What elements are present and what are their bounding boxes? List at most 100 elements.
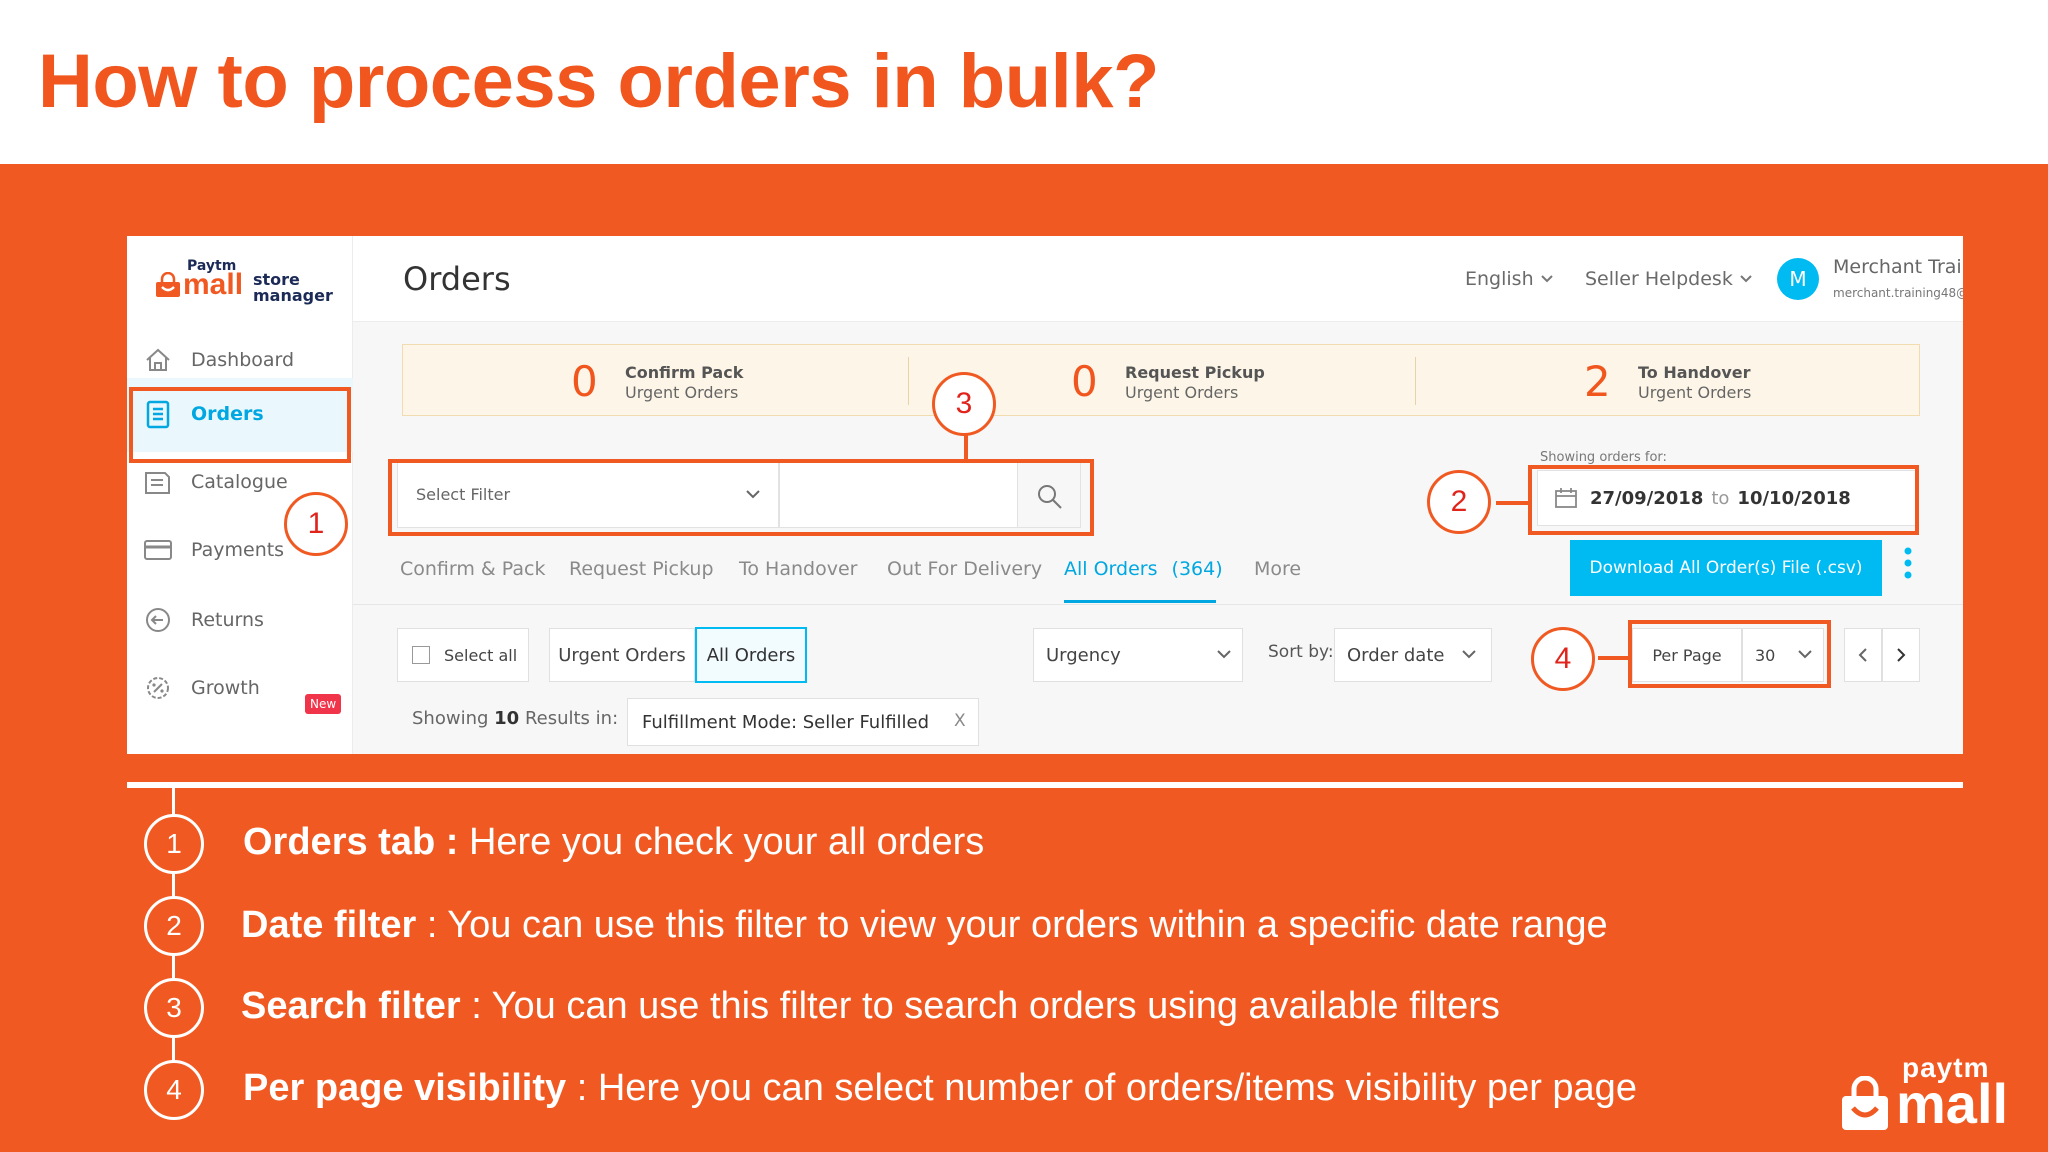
urgent-confirm-pack[interactable]: 0 Confirm Pack Urgent Orders xyxy=(403,345,903,417)
download-button[interactable]: Download All Order(s) File (.csv) xyxy=(1570,540,1882,596)
highlight-orders-tab xyxy=(129,387,351,463)
language-dropdown[interactable]: English xyxy=(1465,268,1554,290)
page-title: Orders xyxy=(403,260,511,298)
tab-to-handover[interactable]: To Handover xyxy=(739,558,857,580)
kebab-menu-icon[interactable] xyxy=(1903,546,1913,580)
helpdesk-label: Seller Helpdesk xyxy=(1585,268,1733,290)
urgent-count: 0 xyxy=(571,357,598,406)
urgent-label: Confirm Pack Urgent Orders xyxy=(625,363,743,403)
divider xyxy=(353,604,1963,605)
card-icon xyxy=(141,533,175,567)
urgency-select[interactable]: Urgency xyxy=(1033,628,1243,682)
tab-out-for-delivery[interactable]: Out For Delivery xyxy=(887,558,1042,580)
urgent-label: Request Pickup Urgent Orders xyxy=(1125,363,1265,403)
note-4: Per page visibility : Here you can selec… xyxy=(243,1067,1637,1110)
urgent-title: To Handover xyxy=(1638,363,1751,382)
highlight-search-filter xyxy=(388,459,1094,536)
results-count: 10 xyxy=(494,708,520,729)
urgent-orders-button[interactable]: Urgent Orders xyxy=(549,628,695,682)
note-desc: : Here you can select number of orders/i… xyxy=(566,1067,1637,1109)
note-number-4: 4 xyxy=(144,1060,204,1120)
user-email: merchant.training48@paytm.com xyxy=(1833,286,1963,300)
chevron-right-icon xyxy=(1897,648,1906,662)
urgent-title: Confirm Pack xyxy=(625,363,744,382)
sort-by-label: Sort by: xyxy=(1268,642,1334,662)
note-3: Search filter : You can use this filter … xyxy=(241,985,1500,1028)
home-icon xyxy=(141,343,175,377)
results-summary: Showing 10 Results in: xyxy=(412,708,618,729)
urgency-label: Urgency xyxy=(1046,644,1121,666)
note-number-1: 1 xyxy=(144,814,204,874)
tab-confirm-pack[interactable]: Confirm & Pack xyxy=(400,558,545,580)
top-bar: Orders English Seller Helpdesk M Merchan… xyxy=(353,236,1963,322)
chevron-down-icon xyxy=(1540,275,1553,283)
bag-icon xyxy=(156,272,180,297)
urgent-label: To Handover Urgent Orders xyxy=(1638,363,1751,403)
note-desc: Here you check your all orders xyxy=(458,821,985,863)
return-icon xyxy=(141,603,175,637)
slide-title: How to process orders in bulk? xyxy=(38,39,1159,124)
note-term: Search filter xyxy=(241,985,461,1027)
sort-by-select[interactable]: Order date xyxy=(1334,628,1492,682)
note-desc: : You can use this filter to view your o… xyxy=(416,904,1608,946)
urgent-subtitle: Urgent Orders xyxy=(1638,383,1752,402)
gear-percent-icon xyxy=(141,671,175,705)
highlight-per-page xyxy=(1628,620,1831,688)
sidebar-item-label: Growth xyxy=(191,677,260,699)
select-all-label: Select all xyxy=(444,645,518,665)
sidebar-item-label: Dashboard xyxy=(191,349,295,371)
tab-all-orders[interactable]: All Orders (364) xyxy=(1064,558,1223,580)
connector-line xyxy=(1496,501,1530,505)
paytm-mall-footer-logo: paytm mall xyxy=(1840,1052,2020,1136)
checkbox-box xyxy=(412,646,430,664)
tab-request-pickup[interactable]: Request Pickup xyxy=(569,558,714,580)
new-badge: New xyxy=(305,694,342,714)
urgent-to-handover[interactable]: 2 To Handover Urgent Orders xyxy=(1416,345,1921,417)
sidebar-item-label: Catalogue xyxy=(191,471,288,493)
highlight-date-filter xyxy=(1528,465,1919,535)
all-orders-button[interactable]: All Orders xyxy=(695,627,807,683)
results-suffix: Results in: xyxy=(524,708,619,729)
urgent-subtitle: Urgent Orders xyxy=(1125,383,1239,402)
language-label: English xyxy=(1465,268,1534,290)
urgent-count: 2 xyxy=(1584,357,1611,406)
active-tab-indicator xyxy=(1064,600,1216,603)
section-divider xyxy=(127,782,1963,788)
tab-count: (364) xyxy=(1171,558,1223,580)
connector-line xyxy=(1598,656,1630,660)
logo-line2: manager xyxy=(253,286,333,305)
next-page-button[interactable] xyxy=(1882,628,1920,682)
catalogue-icon xyxy=(141,465,175,499)
note-2: Date filter : You can use this filter to… xyxy=(241,904,1608,947)
note-term: Date filter xyxy=(241,904,417,946)
chevron-left-icon xyxy=(1858,648,1867,662)
logo-brand-main: mall xyxy=(183,268,244,301)
callout-4: 4 xyxy=(1531,627,1595,691)
helpdesk-dropdown[interactable]: Seller Helpdesk xyxy=(1585,268,1753,290)
urgent-count: 0 xyxy=(1071,357,1098,406)
sidebar-item-returns[interactable]: Returns xyxy=(141,590,341,650)
tab-more[interactable]: More xyxy=(1254,558,1301,580)
callout-3: 3 xyxy=(932,372,996,436)
footer-logo-main: mall xyxy=(1896,1072,2009,1135)
bag-icon xyxy=(1842,1076,1888,1130)
date-filter-caption: Showing orders for: xyxy=(1540,450,1667,465)
chevron-down-icon xyxy=(1740,275,1752,283)
chevron-down-icon xyxy=(1462,650,1476,659)
filter-chip: Fulfillment Mode: Seller Fulfilled X xyxy=(627,698,979,746)
results-prefix: Showing xyxy=(412,708,489,729)
prev-page-button[interactable] xyxy=(1844,628,1882,682)
connector-line xyxy=(964,433,968,461)
note-number-2: 2 xyxy=(144,896,204,956)
tab-label: All Orders xyxy=(1064,558,1158,580)
filter-chip-close-button[interactable]: X xyxy=(954,711,966,731)
avatar[interactable]: M xyxy=(1777,258,1819,300)
urgent-orders-summary: 0 Confirm Pack Urgent Orders 0 Request P… xyxy=(402,344,1920,416)
filter-chip-label: Fulfillment Mode: Seller Fulfilled xyxy=(642,711,930,733)
note-term: Orders tab : xyxy=(243,821,459,863)
select-all-checkbox[interactable]: Select all xyxy=(397,628,529,682)
callout-1: 1 xyxy=(284,492,348,556)
urgent-title: Request Pickup xyxy=(1125,363,1265,382)
sidebar-item-label: Payments xyxy=(191,539,285,561)
user-name: Merchant Training 48, xyxy=(1833,256,1963,278)
